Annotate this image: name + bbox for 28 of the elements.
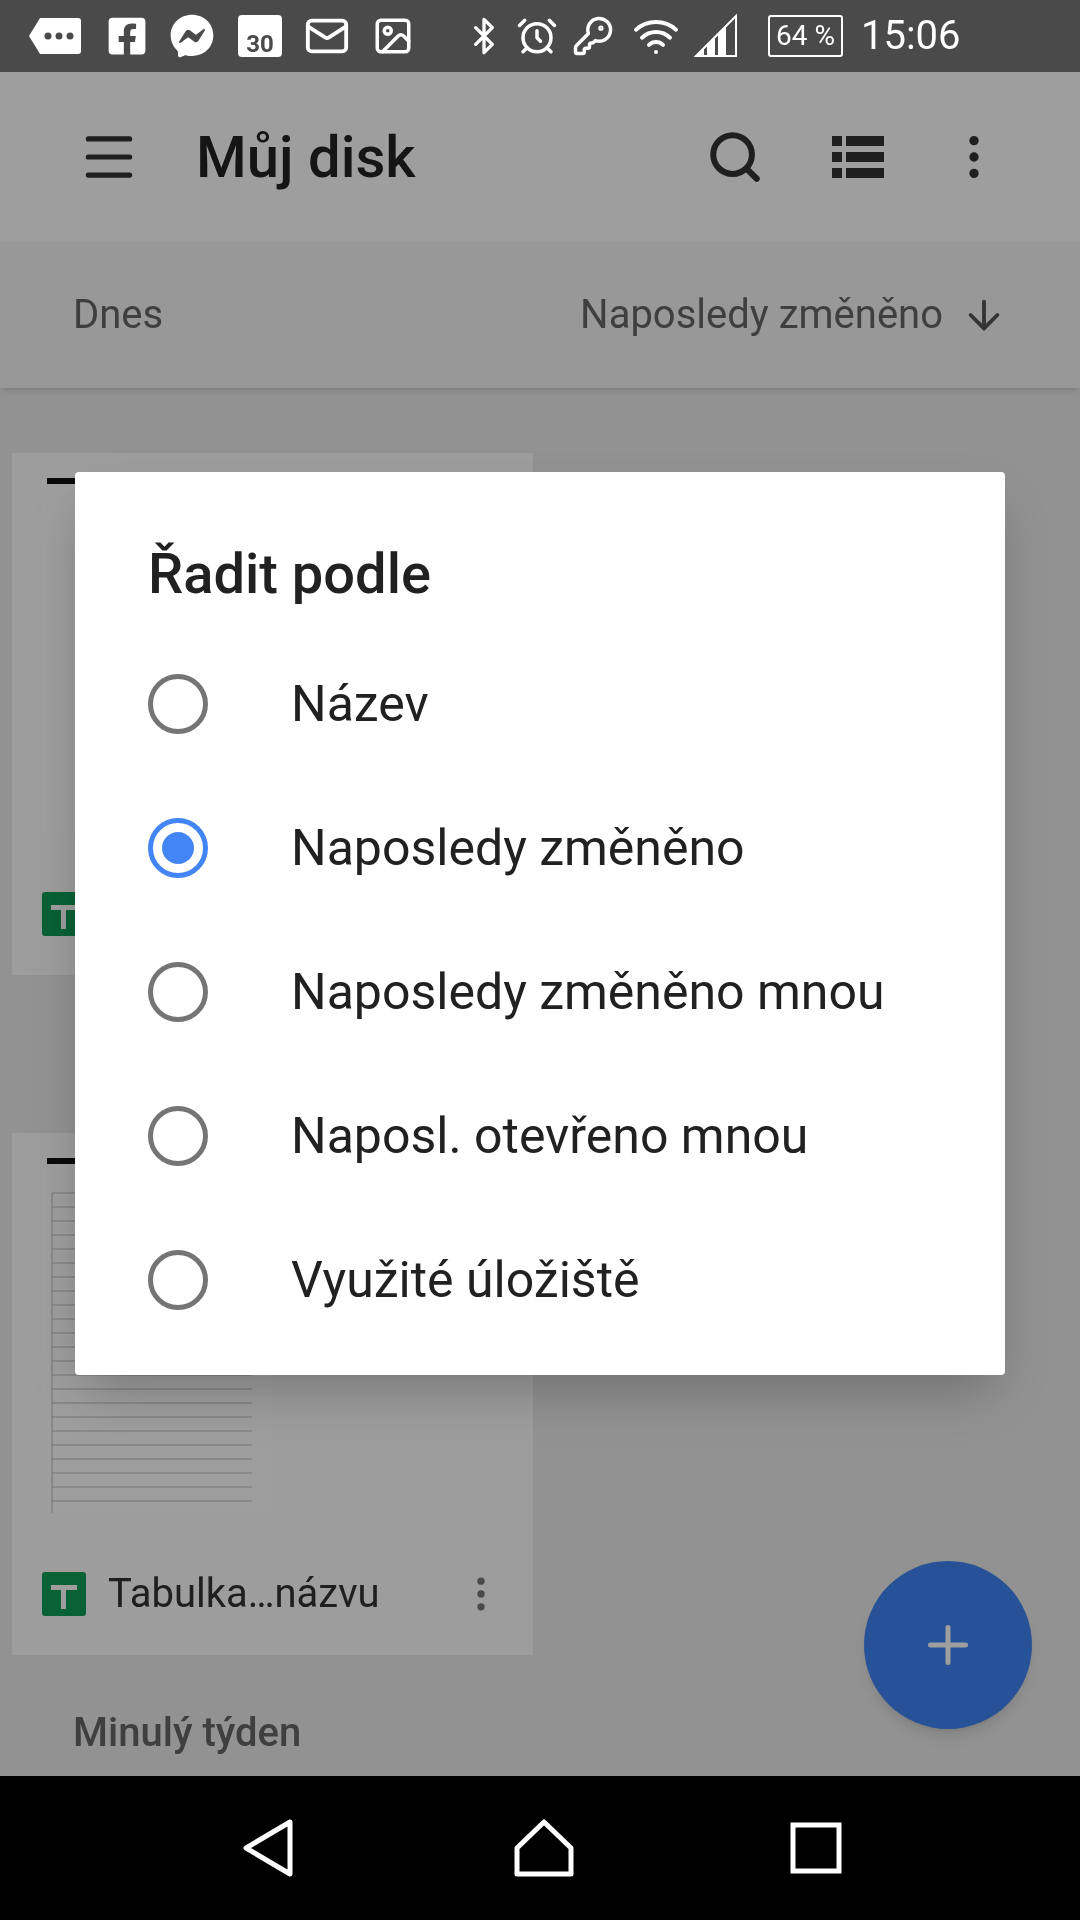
- list-view-icon[interactable]: [832, 136, 884, 178]
- home-icon[interactable]: [513, 1818, 575, 1878]
- calendar-icon: 30: [238, 15, 282, 57]
- signal-icon: [694, 14, 738, 58]
- radio-button[interactable]: [148, 674, 208, 734]
- sort-option[interactable]: Název: [148, 632, 932, 776]
- tag-dots-icon: [28, 16, 82, 56]
- file-name: Tabulka…názvu: [108, 1569, 381, 1619]
- option-label: Název: [291, 673, 429, 735]
- radio-button[interactable]: [148, 1250, 208, 1310]
- radio-button[interactable]: [148, 962, 208, 1022]
- sort-label[interactable]: Naposledy změněno: [580, 285, 943, 345]
- section-label: Minulý týden: [73, 1708, 303, 1758]
- option-label: Naposledy změněno: [291, 817, 745, 879]
- battery-indicator: 64 %: [768, 15, 843, 57]
- radio-button[interactable]: [148, 1106, 208, 1166]
- section-label: Dnes: [73, 290, 165, 340]
- dialog-title: Řadit podle: [148, 540, 432, 609]
- sort-option[interactable]: Naposledy změněno: [148, 776, 932, 920]
- clock-time: 15:06: [860, 11, 961, 61]
- radio-button[interactable]: [148, 818, 208, 878]
- app-title: Můj disk: [196, 121, 417, 193]
- recents-icon[interactable]: [790, 1822, 843, 1874]
- key-icon: [572, 15, 614, 57]
- sort-option[interactable]: Naposledy změněno mnou: [148, 920, 932, 1064]
- spreadsheet-icon: [42, 1572, 86, 1616]
- option-label: Naposledy změněno mnou: [291, 961, 885, 1023]
- chat-bubble-icon: [170, 14, 214, 58]
